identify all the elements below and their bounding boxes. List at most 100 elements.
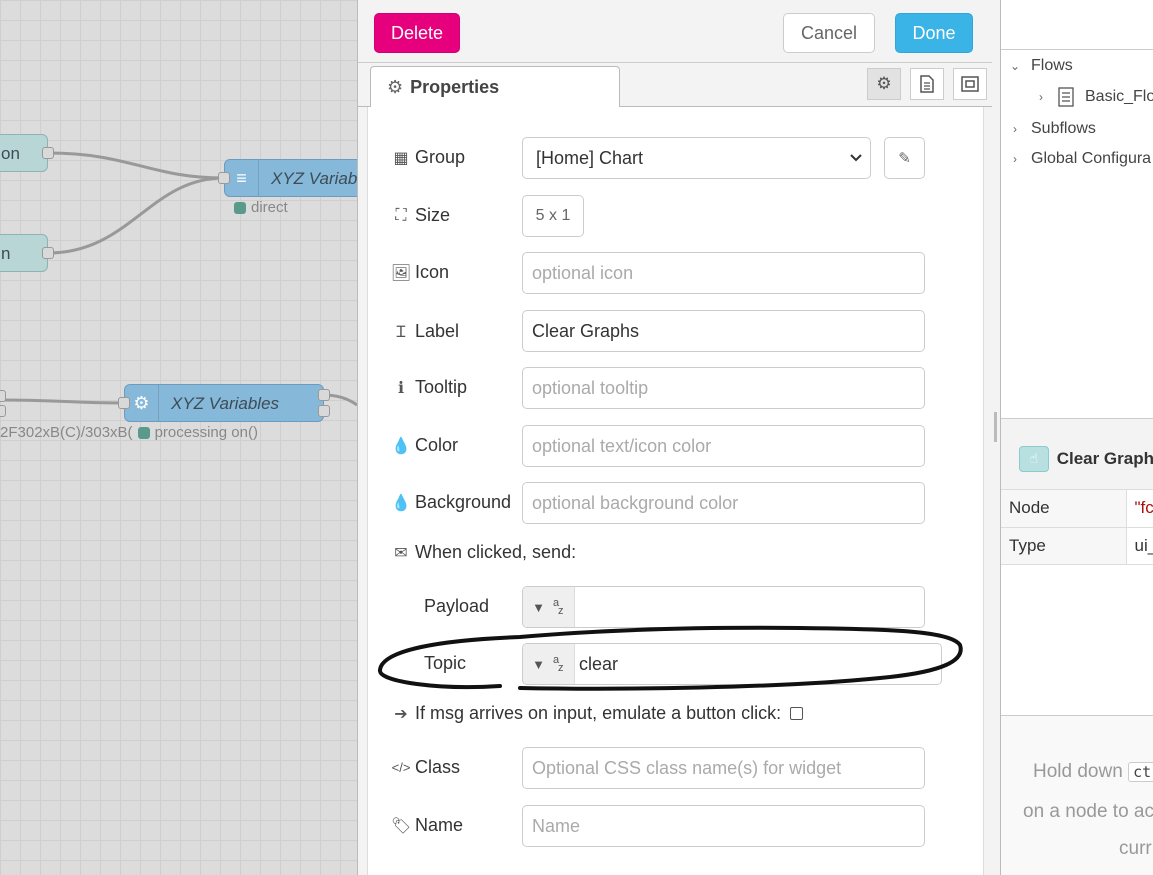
pencil-icon: ✎ [898, 150, 911, 167]
label-text: Label [415, 320, 460, 341]
tree-label: Global Configura [1031, 150, 1152, 167]
flow-node-xyz-variables-function[interactable]: ⚙ XYZ Variables [124, 384, 324, 422]
table-cell-value[interactable]: ui_ [1126, 527, 1153, 565]
payload-value[interactable] [575, 587, 579, 627]
node-output-port[interactable] [0, 390, 6, 402]
label-text: Background [415, 492, 512, 512]
help-text: Hold down ct [1033, 761, 1153, 783]
caret-down-icon: ▼ [532, 599, 545, 615]
tree-label: Flows [1031, 57, 1073, 74]
emulate-label: ➔ If msg arrives on input, emulate a but… [392, 703, 804, 724]
edit-tray: Delete Cancel Done ⚙ Properties ⚙ ▦ Grou… [357, 0, 993, 875]
splitter-handle[interactable] [994, 412, 997, 442]
label-text: Class [415, 757, 461, 777]
topic-typed-input[interactable]: ▼ az clear [522, 643, 942, 685]
status-text: processing on() [154, 424, 258, 441]
payload-type-selector[interactable]: ▼ az [523, 587, 575, 627]
flow-node[interactable]: n [0, 234, 48, 272]
name-label: 🏷 Name [391, 815, 464, 836]
icon-input[interactable]: optional icon [522, 252, 925, 294]
table-cell-value[interactable]: "fc [1126, 490, 1153, 528]
tree-item-subflows[interactable]: › Subflows [1009, 120, 1096, 138]
wire[interactable] [47, 176, 225, 255]
tint-icon: 💧 [391, 494, 411, 512]
class-input[interactable]: Optional CSS class name(s) for widget [522, 747, 925, 789]
edit-group-button[interactable]: ✎ [884, 137, 925, 179]
chevron-right-icon: › [1039, 90, 1043, 104]
workspace-canvas[interactable]: on n ≡ XYZ Variab direct ⚙ XYZ Variables… [0, 0, 357, 875]
sidebar-divider[interactable] [1001, 418, 1153, 428]
cancel-button[interactable]: Cancel [783, 13, 875, 53]
flow-node-xyz-variables-debug[interactable]: ≡ XYZ Variab [224, 159, 357, 197]
help-text: on a node to ac [1023, 801, 1153, 822]
code-icon: </> [391, 760, 411, 775]
node-output-port[interactable] [0, 405, 6, 417]
background-label: 💧 Background [391, 492, 512, 513]
chevron-down-icon: ⌄ [1009, 59, 1021, 73]
group-select[interactable]: [Home] Chart [522, 137, 871, 179]
string-type-icon: az [552, 654, 564, 674]
flow-sheet-icon [1058, 87, 1074, 107]
group-label: ▦ Group [392, 147, 465, 168]
expand-icon: ⛶ [395, 206, 407, 224]
tab-appearance[interactable] [953, 68, 987, 100]
label-input[interactable]: Clear Graphs [522, 310, 925, 352]
wire[interactable] [0, 398, 125, 405]
tray-toolbar: Delete Cancel Done [358, 0, 993, 63]
node-output-port[interactable] [42, 247, 54, 259]
color-label: 💧 Color [391, 435, 459, 456]
tree-label: Basic_Flo [1085, 88, 1153, 105]
tab-description[interactable] [910, 68, 944, 100]
placeholder: Optional CSS class name(s) for widget [532, 757, 842, 778]
icon-label: 🖼 Icon [390, 262, 449, 283]
chevron-right-icon: › [1013, 152, 1017, 166]
node-output-port[interactable] [42, 147, 54, 159]
tree-item-flows[interactable]: ⌄ Flows [1009, 57, 1073, 75]
label-text: Tooltip [415, 377, 468, 397]
tab-settings[interactable]: ⚙ [867, 68, 901, 100]
file-text-icon [920, 75, 934, 93]
help-tip-area: Hold down ct on a node to ac curr [1001, 715, 1153, 875]
topic-value[interactable]: clear [575, 644, 618, 684]
table-cell-key: Type [1001, 527, 1127, 565]
table-row: Node "fc [1001, 490, 1153, 528]
input-value: Clear Graphs [532, 320, 640, 341]
info-node-title: Clear Graph [1056, 448, 1153, 468]
label-text: Color [415, 435, 459, 455]
size-button[interactable]: 5 x 1 [522, 195, 584, 237]
node-input-port[interactable] [218, 172, 230, 184]
size-label: ⛶ Size [392, 205, 450, 226]
topic-type-selector[interactable]: ▼ az [523, 644, 575, 684]
emulate-checkbox[interactable] [790, 707, 804, 720]
i-cursor-icon: Ɪ [396, 324, 406, 341]
background-input[interactable]: optional background color [522, 482, 925, 524]
tab-label: Properties [410, 76, 500, 97]
chevron-down-icon [850, 154, 862, 162]
flow-node[interactable]: on [0, 134, 48, 172]
tooltip-input[interactable]: optional tooltip [522, 367, 925, 409]
panel-splitter[interactable] [992, 0, 1000, 875]
info-circle-icon: ℹ [397, 379, 405, 397]
node-output-port[interactable] [318, 389, 330, 401]
color-input[interactable]: optional text/icon color [522, 425, 925, 467]
placeholder: optional icon [532, 262, 634, 283]
node-label: on [1, 144, 20, 163]
wire[interactable] [47, 151, 225, 180]
tab-properties[interactable]: ⚙ Properties [370, 66, 620, 108]
table-row: Type ui_ [1001, 527, 1153, 565]
caret-down-icon: ▼ [532, 656, 545, 672]
label-text: Name [415, 815, 464, 835]
when-clicked-label: ✉ When clicked, send: [392, 542, 576, 563]
done-button[interactable]: Done [895, 13, 973, 53]
label-text: If msg arrives on input, emulate a butto… [415, 703, 782, 723]
tray-tabs: ⚙ Properties ⚙ [358, 63, 993, 108]
node-output-port[interactable] [318, 405, 330, 417]
image-icon: 🖼 [390, 264, 412, 282]
payload-typed-input[interactable]: ▼ az [522, 586, 925, 628]
name-input[interactable]: Name [522, 805, 925, 847]
tree-item-basic-flow[interactable]: › Basic_Flo [1035, 87, 1153, 107]
delete-button[interactable]: Delete [374, 13, 460, 53]
label-text: Group [415, 147, 466, 167]
tree-item-global-config[interactable]: › Global Configura [1009, 150, 1151, 168]
node-input-port[interactable] [118, 397, 130, 409]
